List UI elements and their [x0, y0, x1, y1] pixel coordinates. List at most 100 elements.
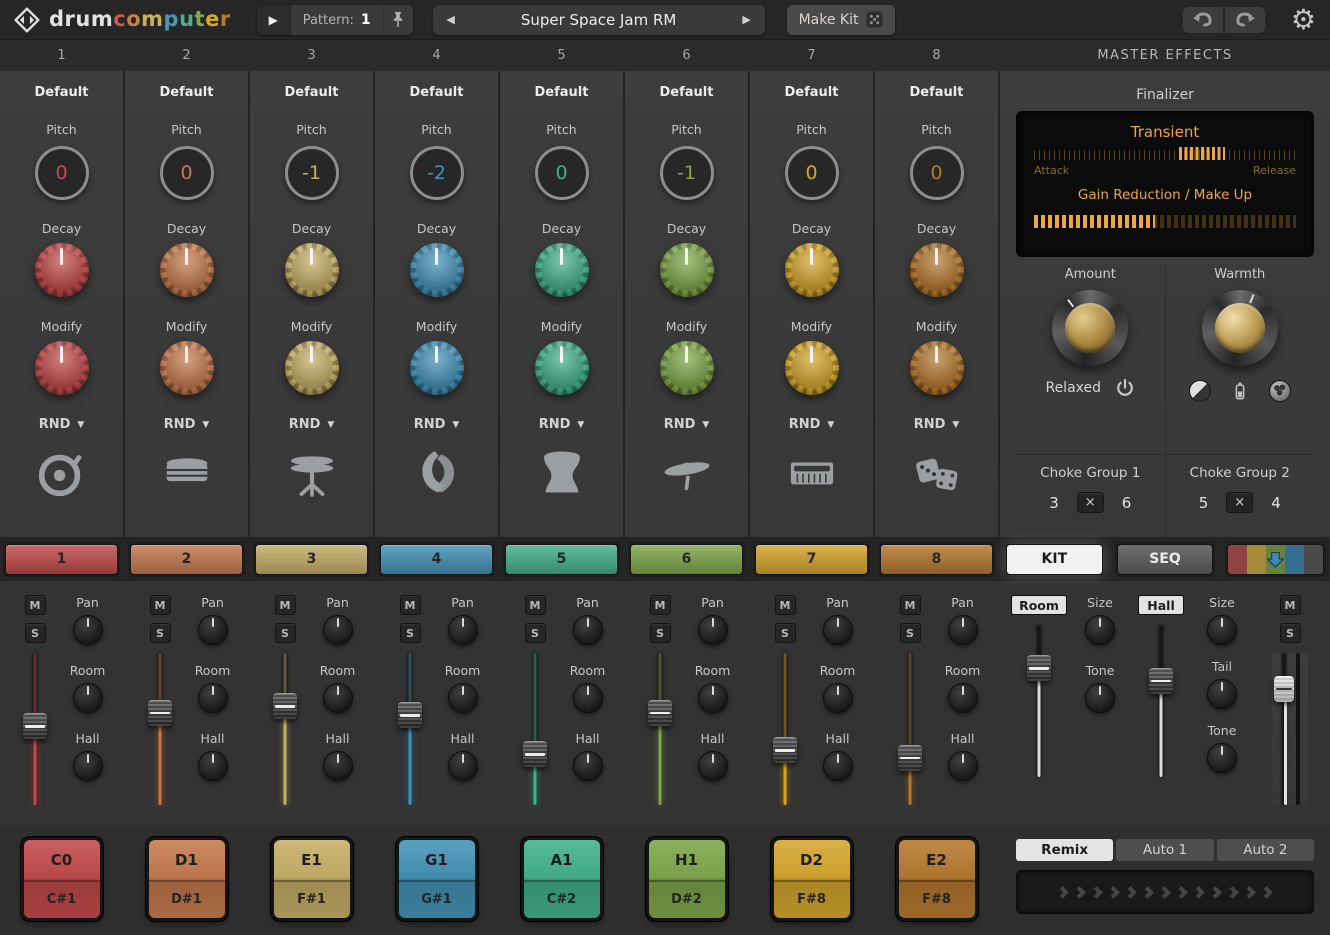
volume-fader[interactable]	[397, 653, 423, 805]
remix-strip[interactable]	[1016, 870, 1314, 914]
battery-icon[interactable]	[1231, 381, 1249, 402]
hall-send-knob[interactable]	[73, 751, 103, 781]
clap-icon[interactable]	[406, 444, 468, 502]
note-pad-2[interactable]: D1 D#1	[146, 837, 228, 921]
rnd-dropdown[interactable]: RND▼	[789, 417, 835, 432]
power-icon[interactable]	[1115, 378, 1135, 398]
room-send-knob[interactable]	[698, 683, 728, 713]
choke-1-unlink-button[interactable]: ×	[1077, 492, 1104, 513]
note-pad-6[interactable]: H1 D#2	[646, 837, 728, 921]
choke-2-right-value[interactable]: 4	[1271, 494, 1281, 512]
room-send-knob[interactable]	[73, 683, 103, 713]
channel-pad-3[interactable]: 3	[255, 544, 368, 575]
volume-fader[interactable]	[522, 653, 548, 805]
rnd-dropdown[interactable]: RND▼	[539, 417, 585, 432]
room-fader[interactable]	[978, 625, 1100, 777]
play-button[interactable]: ▶	[257, 5, 291, 35]
modify-knob[interactable]	[660, 341, 714, 395]
pan-knob[interactable]	[823, 615, 853, 645]
modify-knob[interactable]	[785, 341, 839, 395]
pan-knob[interactable]	[573, 615, 603, 645]
choke-2-left-value[interactable]: 5	[1199, 494, 1209, 512]
volume-fader[interactable]	[22, 653, 48, 805]
choke-1-right-value[interactable]: 6	[1122, 494, 1132, 512]
pitch-knob[interactable]: -1	[285, 146, 339, 200]
contrast-mode-icon[interactable]	[1189, 380, 1211, 402]
hall-send-knob[interactable]	[573, 751, 603, 781]
preset-prev-button[interactable]: ◀	[433, 5, 469, 35]
pitch-knob[interactable]: -1	[660, 146, 714, 200]
channel-pad-8[interactable]: 8	[880, 544, 993, 575]
decay-knob[interactable]	[535, 243, 589, 297]
modify-knob[interactable]	[535, 341, 589, 395]
pan-knob[interactable]	[73, 615, 103, 645]
master-mute-button[interactable]: M	[1280, 595, 1301, 615]
preset-next-button[interactable]: ▶	[729, 5, 765, 35]
auto1-button[interactable]: Auto 1	[1116, 839, 1213, 861]
modify-knob[interactable]	[285, 341, 339, 395]
rnd-dropdown[interactable]: RND▼	[414, 417, 460, 432]
fader-handle[interactable]	[1149, 668, 1173, 694]
fader-handle[interactable]	[23, 713, 47, 739]
hall-fader[interactable]	[1100, 625, 1222, 777]
pattern-display[interactable]: Pattern: 1	[291, 12, 383, 28]
pitch-knob[interactable]: 0	[910, 146, 964, 200]
fader-handle[interactable]	[273, 693, 297, 719]
hall-send-knob[interactable]	[198, 751, 228, 781]
choke-2-unlink-button[interactable]: ×	[1226, 492, 1253, 513]
solo-button[interactable]: S	[525, 623, 546, 643]
decay-knob[interactable]	[785, 243, 839, 297]
undo-button[interactable]	[1183, 7, 1223, 33]
warmth-knob[interactable]	[1202, 290, 1278, 366]
rnd-dropdown[interactable]: RND▼	[664, 417, 710, 432]
conga-icon[interactable]	[531, 444, 593, 502]
note-pad-1[interactable]: C0 C#1	[21, 837, 103, 921]
rnd-dropdown[interactable]: RND▼	[164, 417, 210, 432]
mute-button[interactable]: M	[275, 595, 296, 615]
decay-knob[interactable]	[410, 243, 464, 297]
channel-pad-7[interactable]: 7	[755, 544, 868, 575]
redo-button[interactable]	[1225, 7, 1265, 33]
decay-knob[interactable]	[285, 243, 339, 297]
modify-knob[interactable]	[410, 341, 464, 395]
hall-size-knob[interactable]	[1207, 615, 1237, 645]
keyboard-icon[interactable]	[781, 444, 843, 502]
master-solo-button[interactable]: S	[1280, 623, 1301, 643]
mute-button[interactable]: M	[900, 595, 921, 615]
pitch-knob[interactable]: 0	[35, 146, 89, 200]
room-send-knob[interactable]	[948, 683, 978, 713]
decay-knob[interactable]	[160, 243, 214, 297]
channel-preset[interactable]: Default	[410, 85, 464, 100]
hall-tone-knob[interactable]	[1207, 743, 1237, 773]
pan-knob[interactable]	[198, 615, 228, 645]
fader-handle[interactable]	[648, 700, 672, 726]
solo-button[interactable]: S	[400, 623, 421, 643]
fader-handle[interactable]	[773, 737, 797, 763]
room-send-knob[interactable]	[323, 683, 353, 713]
mute-button[interactable]: M	[775, 595, 796, 615]
channel-preset[interactable]: Default	[785, 85, 839, 100]
rnd-dropdown[interactable]: RND▼	[914, 417, 960, 432]
channel-preset[interactable]: Default	[35, 85, 89, 100]
mode-label[interactable]: Relaxed	[1045, 380, 1101, 396]
pan-knob[interactable]	[948, 615, 978, 645]
fader-handle[interactable]	[898, 745, 922, 771]
hall-send-knob[interactable]	[698, 751, 728, 781]
channel-pad-6[interactable]: 6	[630, 544, 743, 575]
fader-handle[interactable]	[523, 741, 547, 767]
volume-fader[interactable]	[147, 653, 173, 805]
modify-knob[interactable]	[35, 341, 89, 395]
amount-knob[interactable]	[1052, 290, 1128, 366]
note-pad-3[interactable]: E1 F#1	[271, 837, 353, 921]
mute-button[interactable]: M	[650, 595, 671, 615]
choke-1-left-value[interactable]: 3	[1049, 494, 1059, 512]
hall-send-knob[interactable]	[448, 751, 478, 781]
solo-button[interactable]: S	[650, 623, 671, 643]
room-send-knob[interactable]	[823, 683, 853, 713]
pitch-knob[interactable]: -2	[410, 146, 464, 200]
kit-view-button[interactable]: KIT	[1006, 544, 1103, 575]
mute-button[interactable]: M	[525, 595, 546, 615]
volume-fader[interactable]	[272, 653, 298, 805]
mute-button[interactable]: M	[25, 595, 46, 615]
channel-preset[interactable]: Default	[910, 85, 964, 100]
